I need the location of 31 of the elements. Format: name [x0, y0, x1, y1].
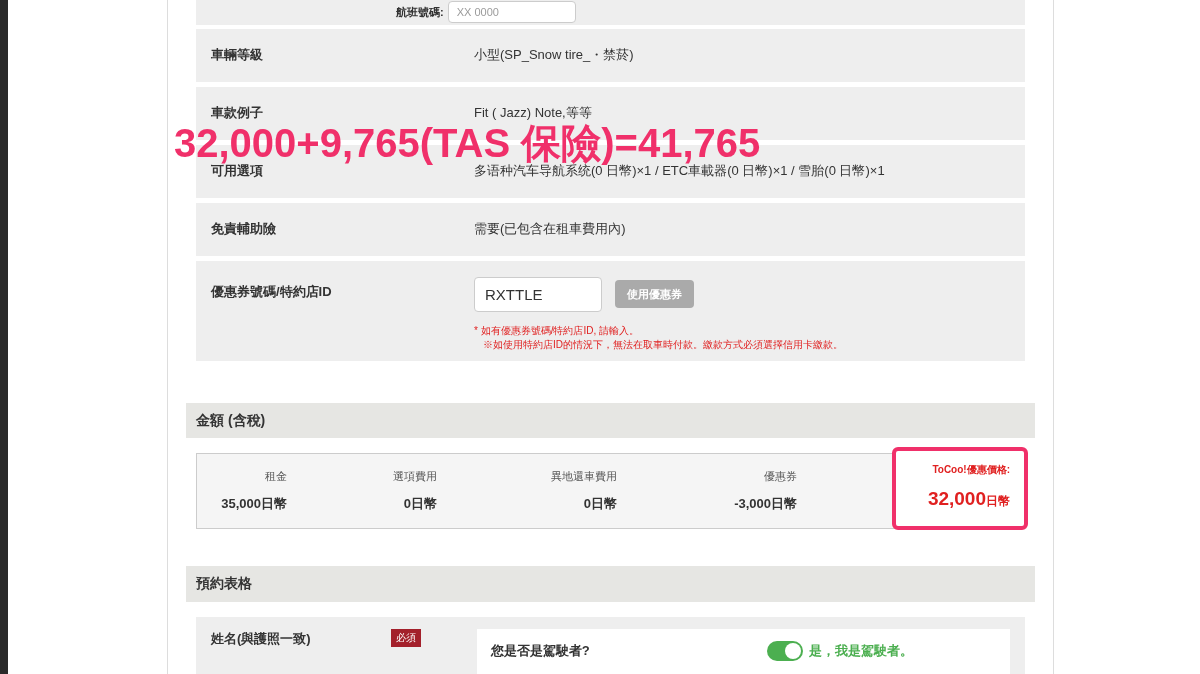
flight-number-field[interactable]: XX 0000 [447, 1, 576, 24]
price-label: 租金 [265, 468, 287, 484]
field-label: 航班號碼: [396, 5, 444, 21]
driver-question: 您是否是駕駛者? [490, 641, 591, 660]
row-label: 優惠券號碼/特約店ID [211, 282, 333, 301]
row-value: Fit ( Jazz) Note,等等 [474, 104, 592, 123]
section-header: 預約表格 [186, 565, 1035, 602]
row-label: 姓名(與護照一致) [211, 629, 312, 648]
driver-toggle[interactable] [766, 640, 803, 661]
row-label: 可用選項 [211, 163, 263, 181]
price-label: 異地還車費用 [551, 468, 617, 484]
annotation-text: 32,000+9,765(TAS 保險)=41,765 [174, 123, 761, 163]
row-value: 需要(已包含在租車費用內) [474, 220, 626, 239]
total-label: ToCoo!優惠價格: [932, 463, 1010, 478]
total-price: 32,000日幣 [927, 487, 1010, 512]
row-label: 免責輔助險 [211, 220, 277, 239]
row-label: 車款例子 [211, 104, 264, 123]
required-badge: 必須 [390, 628, 421, 647]
row-value: 小型(SP_Snow tire_・禁菸) [474, 46, 634, 65]
price-value: -3,000日幣 [734, 495, 797, 514]
coupon-note: ※如使用特約店ID的情況下，無法在取車時付款。繳款方式必須選擇信用卡繳款。 [482, 337, 843, 352]
price-label: 優惠券 [764, 468, 797, 484]
row-label: 車輛等級 [211, 46, 264, 65]
price-label: 選項費用 [393, 468, 437, 484]
price-value: 0日幣 [403, 495, 437, 514]
toggle-label: 是，我是駕駛者。 [808, 641, 913, 660]
section-header: 金額 (含稅) [186, 402, 1035, 438]
price-value: 0日幣 [583, 495, 617, 514]
coupon-field[interactable]: RXTTLE [474, 276, 602, 312]
coupon-note: * 如有優惠券號碼/特約店ID, 請輸入。 [474, 323, 640, 338]
price-value: 35,000日幣 [221, 495, 287, 514]
